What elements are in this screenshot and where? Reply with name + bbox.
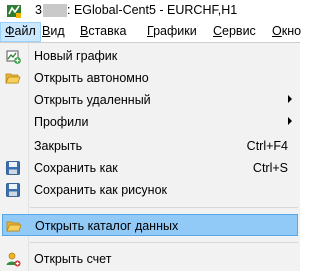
menu-item-open-offline[interactable]: Открыть автономно [0, 67, 300, 89]
open-account-icon [5, 251, 21, 267]
menu-item-close[interactable]: Закрыть Ctrl+F4 [0, 135, 300, 157]
menu-item-new-chart[interactable]: Новый график [0, 45, 300, 67]
menu-item-shortcut: Ctrl+F4 [246, 139, 288, 153]
menu-item-label: Профили [34, 115, 89, 129]
menu-bar: Файл Вид Вставка Графики Сервис Окно [0, 22, 301, 42]
menu-window-label: кно [281, 24, 302, 38]
menu-tools[interactable]: Сервис [213, 24, 256, 38]
menu-tools-label: ервис [222, 24, 256, 38]
submenu-arrow-icon [288, 117, 292, 125]
folder-open-icon [5, 70, 21, 86]
menu-item-profiles[interactable]: Профили [0, 111, 300, 133]
save-picture-icon [5, 182, 21, 198]
redacted-account-number [43, 4, 67, 17]
window-title: : EGlobal-Cent5 - EURCHF,H1 [67, 3, 238, 17]
menu-window-mnemonic: О [272, 24, 282, 38]
folder-open-icon [6, 218, 22, 234]
menu-charts-label: рафики [153, 24, 197, 38]
menu-item-open-data-folder[interactable]: Открыть каталог данных [2, 214, 298, 236]
menu-item-label: Закрыть [34, 139, 83, 153]
menu-insert-label: ставка [88, 24, 127, 38]
menu-insert[interactable]: Вставка [80, 24, 126, 38]
menu-item-label: Открыть автономно [34, 71, 149, 85]
menu-item-shortcut: Ctrl+S [252, 161, 288, 175]
menu-file-mnemonic: Ф [5, 24, 15, 38]
menu-window[interactable]: Окно [272, 24, 301, 38]
menu-view-label: ид [50, 24, 65, 38]
menu-item-label: Открыть счет [34, 252, 112, 266]
menu-item-open-remote[interactable]: Открыть удаленный [0, 89, 300, 111]
menu-separator [30, 242, 298, 243]
menu-file-label: айл [14, 24, 36, 38]
menu-item-label: Сохранить как [34, 161, 118, 175]
menu-separator [30, 207, 298, 208]
file-menu-dropdown: Новый график Открыть автономно Открыть у… [0, 42, 300, 271]
menu-tools-mnemonic: С [213, 24, 223, 38]
menu-item-save-as-picture[interactable]: Сохранить как рисунок [0, 179, 300, 201]
menu-item-label: Новый график [34, 49, 118, 63]
menu-item-label: Открыть каталог данных [35, 219, 179, 233]
submenu-arrow-icon [288, 95, 292, 103]
menu-item-save-as[interactable]: Сохранить как Ctrl+S [0, 157, 300, 179]
menu-item-label: Открыть удаленный [34, 93, 151, 107]
menu-file[interactable]: Файл [0, 22, 41, 42]
menu-charts[interactable]: Графики [147, 24, 197, 38]
new-chart-icon [5, 48, 21, 64]
menu-view[interactable]: Вид [42, 24, 65, 38]
menu-item-open-account[interactable]: Открыть счет [0, 248, 300, 270]
title-prefix: 3 [35, 3, 42, 17]
menu-item-label: Сохранить как рисунок [34, 183, 167, 197]
app-logo-icon [6, 3, 22, 19]
save-icon [5, 160, 21, 176]
title-bar: 3 : EGlobal-Cent5 - EURCHF,H1 [0, 0, 300, 22]
